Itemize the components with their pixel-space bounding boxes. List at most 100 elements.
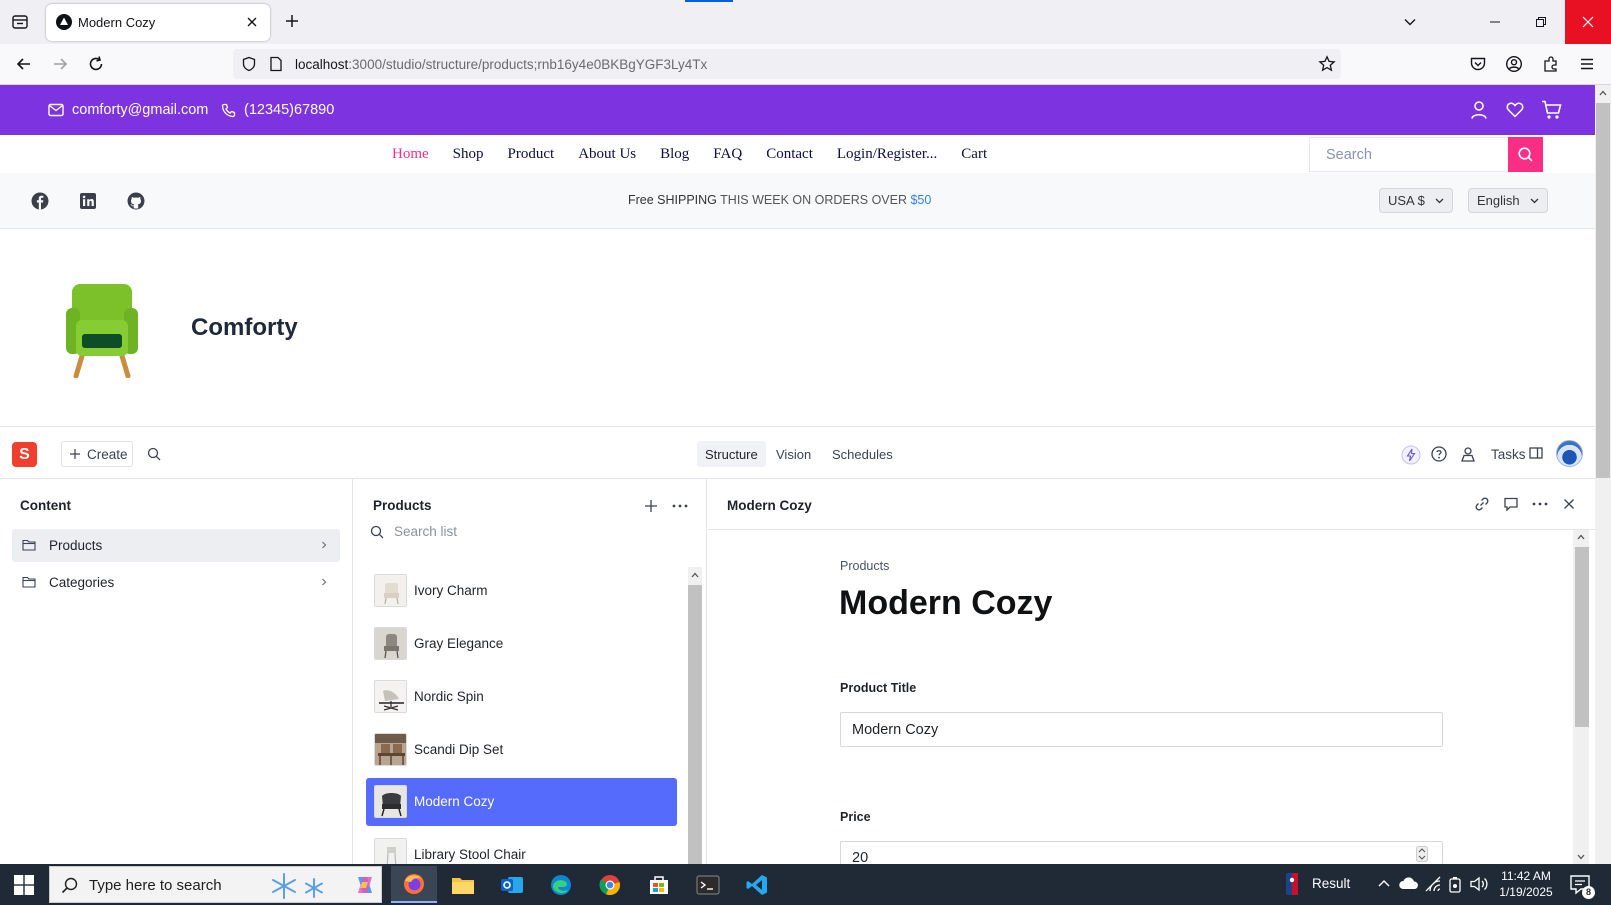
site-search-input[interactable]: Search [1326, 147, 1372, 163]
list-item-selected[interactable]: Modern Cozy [366, 778, 677, 826]
network-icon[interactable] [1424, 875, 1442, 893]
lightning-icon[interactable] [1401, 445, 1421, 465]
menu-shop[interactable]: Shop [453, 146, 484, 163]
price-input[interactable]: 20 [840, 841, 1443, 865]
menu-about-us[interactable]: About Us [578, 146, 636, 163]
list-item[interactable]: Gray Elegance [366, 620, 677, 668]
list-item[interactable]: Nordic Spin [366, 673, 677, 721]
chrome-icon[interactable] [587, 866, 633, 903]
reload-icon[interactable] [87, 55, 105, 73]
comment-icon[interactable] [1503, 496, 1519, 512]
extensions-icon[interactable] [1542, 55, 1560, 73]
list-item[interactable]: Scandi Dip Set [366, 726, 677, 774]
outlook-icon[interactable] [489, 866, 535, 903]
heart-icon[interactable] [1506, 101, 1524, 118]
cart-icon[interactable] [1541, 100, 1562, 120]
firefox-icon[interactable] [391, 866, 437, 903]
more-options-icon[interactable] [1532, 502, 1548, 518]
close-tab-icon[interactable] [244, 14, 260, 30]
windows-start-icon[interactable] [14, 875, 34, 895]
content-pane: Content Products Categories [0, 479, 353, 864]
nba-icon[interactable] [1286, 873, 1298, 895]
menu-blog[interactable]: Blog [660, 146, 689, 163]
close-icon[interactable] [1561, 496, 1577, 512]
content-item-categories[interactable]: Categories [12, 566, 340, 599]
document-breadcrumb[interactable]: Products [840, 559, 889, 573]
document-scrollbar[interactable] [1573, 530, 1589, 864]
close-window-icon[interactable] [1565, 0, 1611, 44]
forward-icon[interactable] [51, 55, 69, 73]
list-scrollbar-thumb[interactable] [688, 585, 702, 875]
tasks-label[interactable]: Tasks [1491, 447, 1526, 462]
access-icon[interactable] [1459, 445, 1477, 463]
facebook-icon[interactable] [31, 192, 49, 210]
chevron-up-icon[interactable] [1377, 878, 1391, 888]
volume-icon[interactable] [1469, 875, 1489, 893]
contact-phone[interactable]: (12345)67890 [221, 102, 334, 118]
menu-product[interactable]: Product [508, 146, 555, 163]
help-icon[interactable] [1430, 445, 1448, 463]
bookmark-star-icon[interactable] [1318, 55, 1336, 73]
url-text[interactable]: localhost:3000/studio/structure/products… [295, 57, 707, 72]
user-icon[interactable] [1470, 100, 1488, 120]
terminal-icon[interactable] [685, 866, 731, 903]
menu-icon[interactable] [1578, 55, 1596, 73]
notifications-icon[interactable]: 8 [1568, 873, 1595, 899]
back-icon[interactable] [15, 55, 33, 73]
number-stepper-icon[interactable] [1416, 846, 1428, 862]
language-select[interactable]: English [1468, 188, 1548, 213]
list-scrollbar[interactable] [688, 567, 702, 875]
tab-structure[interactable]: Structure [697, 441, 766, 467]
copilot-icon[interactable] [342, 866, 388, 903]
brand-name[interactable]: Comforty [191, 314, 298, 342]
menu-faq[interactable]: FAQ [713, 146, 742, 163]
tab-list-icon[interactable] [10, 12, 30, 32]
content-item-products[interactable]: Products [12, 529, 340, 562]
armchair-logo-icon[interactable] [64, 280, 140, 378]
document-scrollbar-thumb[interactable] [1575, 547, 1589, 727]
minimize-icon[interactable] [1472, 0, 1518, 44]
studio-search-icon[interactable] [147, 447, 161, 461]
list-item[interactable]: Ivory Charm [366, 567, 677, 615]
more-options-icon[interactable] [672, 504, 688, 508]
store-icon[interactable] [636, 866, 682, 903]
menu-contact[interactable]: Contact [766, 146, 813, 163]
browser-tab[interactable]: Modern Cozy [46, 4, 270, 41]
file-explorer-icon[interactable] [440, 866, 486, 903]
menu-home[interactable]: Home [392, 146, 429, 163]
list-all-tabs-icon[interactable] [1387, 0, 1433, 44]
onedrive-icon[interactable] [1399, 876, 1419, 890]
list-search[interactable]: Search list [370, 524, 457, 539]
restore-icon[interactable] [1518, 0, 1564, 44]
create-button[interactable]: Create [61, 441, 133, 467]
add-document-icon[interactable] [644, 499, 658, 513]
shield-icon[interactable] [241, 56, 257, 72]
pocket-icon[interactable] [1469, 55, 1487, 73]
product-title-input[interactable]: Modern Cozy [840, 712, 1443, 747]
site-search-button[interactable] [1508, 137, 1543, 172]
taskbar-search[interactable]: Type here to search [49, 866, 382, 903]
battery-icon[interactable] [1447, 875, 1463, 893]
account-icon[interactable] [1505, 55, 1523, 73]
currency-select[interactable]: USA $ [1379, 188, 1453, 213]
edge-icon[interactable] [538, 866, 584, 903]
sanity-logo[interactable]: S [12, 442, 37, 467]
user-avatar[interactable] [1556, 440, 1583, 467]
menu-cart[interactable]: Cart [961, 146, 987, 163]
tray-result-label[interactable]: Result [1312, 876, 1350, 891]
github-icon[interactable] [127, 192, 145, 210]
page-info-icon[interactable] [269, 56, 283, 72]
link-icon[interactable] [1474, 496, 1490, 512]
new-tab-icon[interactable] [284, 13, 300, 29]
page-scrollbar-thumb[interactable] [1596, 103, 1610, 478]
menu-login-register[interactable]: Login/Register... [837, 146, 937, 163]
page-scrollbar[interactable] [1595, 85, 1611, 864]
taskbar-clock[interactable]: 11:42 AM 1/19/2025 [1496, 868, 1556, 900]
contact-email[interactable]: comforty@gmail.com [48, 102, 208, 118]
vscode-icon[interactable] [734, 866, 780, 903]
url-bar[interactable]: localhost:3000/studio/structure/products… [233, 49, 1341, 79]
tab-schedules[interactable]: Schedules [824, 441, 901, 467]
linkedin-icon[interactable] [79, 192, 97, 210]
tab-vision[interactable]: Vision [768, 441, 819, 467]
tasks-panel-icon[interactable] [1528, 445, 1546, 463]
